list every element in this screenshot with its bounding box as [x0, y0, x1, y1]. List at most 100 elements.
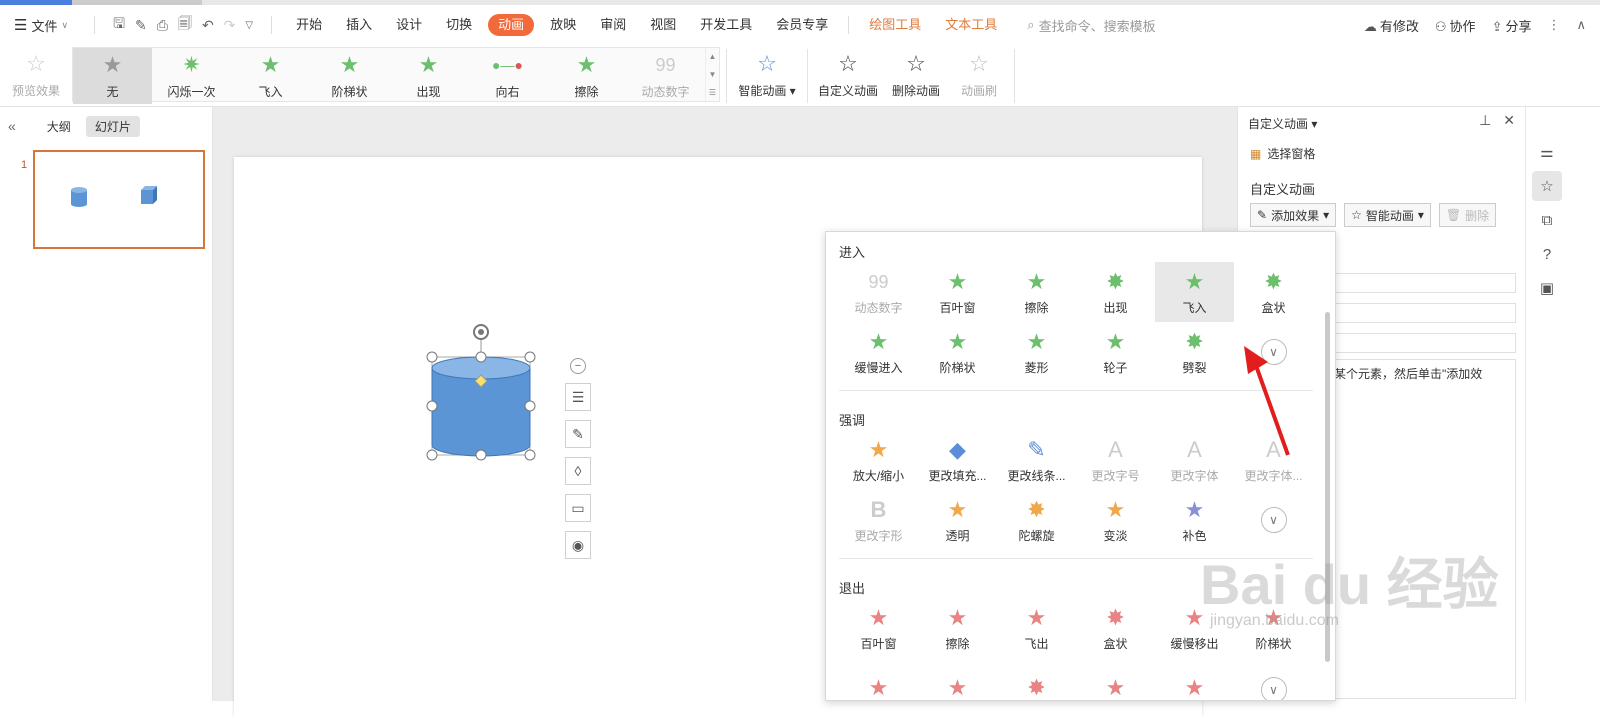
add-effect-button[interactable]: ✎ 添加效果 ▾	[1250, 203, 1337, 227]
custom-animation-button[interactable]: ☆ 自定义动画	[814, 45, 882, 106]
scroll-up-icon[interactable]: ▲	[709, 52, 717, 61]
share-button[interactable]: ⇪ 分享	[1492, 16, 1532, 35]
tab-developer[interactable]: 开发工具	[688, 14, 764, 36]
tab-animation[interactable]: 动画	[488, 14, 535, 36]
close-icon[interactable]: ✕	[1503, 112, 1515, 129]
pane-title[interactable]: 自定义动画 ▾	[1248, 115, 1317, 132]
tab-outline[interactable]: 大纲	[38, 116, 80, 137]
tab-view[interactable]: 视图	[638, 14, 688, 36]
effect-font[interactable]: A 更改字体	[1155, 430, 1234, 490]
exit-effect[interactable]: ✸	[997, 660, 1076, 700]
exit-effect[interactable]: ★	[918, 660, 997, 700]
selection-pane-link[interactable]: ▦ 选择窗格	[1250, 145, 1315, 162]
delete-pane-button[interactable]: 🗑 删除	[1438, 203, 1497, 227]
tab-slideshow[interactable]: 放映	[538, 14, 588, 36]
gallery-item-fly-in[interactable]: ★ 飞入	[231, 48, 310, 104]
exit-effect[interactable]: ★	[1076, 660, 1155, 700]
gallery-scroll[interactable]: ▲ ▼ ☰	[705, 48, 719, 101]
gallery-item-stairs[interactable]: ★ 阶梯状	[310, 48, 389, 104]
slide-thumbnail[interactable]	[33, 150, 205, 249]
start-select[interactable]	[1328, 273, 1516, 293]
pin-icon[interactable]: ⊥	[1479, 112, 1491, 129]
property-select[interactable]	[1328, 303, 1516, 323]
gallery-item-right[interactable]: ●—● 向右	[468, 48, 547, 104]
fill-bucket-icon[interactable]: ◊	[565, 457, 591, 485]
effect-transparency[interactable]: ★ 透明	[918, 490, 997, 550]
gallery-item-appear[interactable]: ★ 出现	[389, 48, 468, 104]
collapse-panel-icon[interactable]: «	[8, 118, 16, 134]
effect-change-line[interactable]: ✎ 更改线条...	[997, 430, 1076, 490]
tab-home[interactable]: 开始	[284, 14, 334, 36]
effect-split[interactable]: ✸ 劈裂	[1155, 322, 1234, 382]
exit-more[interactable]: ∨	[1234, 660, 1313, 700]
tab-drawing-tools[interactable]: 绘图工具	[857, 14, 933, 36]
gallery-expand-icon[interactable]: ☰	[709, 88, 716, 97]
exit-box[interactable]: ✸ 盒状	[1076, 598, 1155, 658]
exit-wipe[interactable]: ★ 擦除	[918, 598, 997, 658]
collapse-ribbon-icon[interactable]: ∧	[1576, 17, 1586, 33]
inbox-icon[interactable]: ▣	[1532, 273, 1562, 303]
smart-animation-pane-button[interactable]: ☆ 智能动画 ▾	[1344, 203, 1431, 227]
modified-button[interactable]: ☁ 有修改	[1364, 16, 1419, 35]
tab-transition[interactable]: 切换	[434, 14, 484, 36]
gallery-item-digits[interactable]: 99 动态数字	[626, 48, 705, 104]
customize-icon[interactable]: ▽	[245, 20, 253, 31]
print-icon[interactable]: ⎙	[157, 17, 168, 34]
transition-icon[interactable]: ⧉	[1532, 205, 1562, 235]
effect-font-size[interactable]: A 更改字号	[1076, 430, 1155, 490]
more-icon[interactable]: ⋮	[1547, 17, 1560, 33]
tab-member[interactable]: 会员专享	[764, 14, 840, 36]
effect-box[interactable]: ✸ 盒状	[1234, 262, 1313, 322]
exit-blinds[interactable]: ★ 百叶窗	[839, 598, 918, 658]
collapse-tools-icon[interactable]: −	[570, 358, 586, 374]
tab-design[interactable]: 设计	[384, 14, 434, 36]
effect-blinds[interactable]: ★ 百叶窗	[918, 262, 997, 322]
gallery-item-wipe[interactable]: ★ 擦除	[547, 48, 626, 104]
effect-fade[interactable]: ★ 变淡	[1076, 490, 1155, 550]
effect-change-fill[interactable]: ◆ 更改填充...	[918, 430, 997, 490]
animation-star-icon[interactable]: ☆	[1532, 171, 1562, 201]
help-icon[interactable]: ?	[1532, 239, 1562, 269]
gallery-item-none[interactable]: ★ 无	[73, 48, 152, 104]
undo-icon[interactable]: ↶	[202, 17, 214, 34]
print-preview-icon[interactable]: 🗐	[178, 13, 192, 37]
bulb-icon[interactable]: ◉	[565, 531, 591, 559]
save-icon[interactable]: 🖫	[113, 13, 125, 37]
effect-wheel[interactable]: ★ 轮子	[1076, 322, 1155, 382]
effect-grow-shrink[interactable]: ★ 放大/缩小	[839, 430, 918, 490]
exit-effect[interactable]: ★	[839, 660, 918, 700]
frame-icon[interactable]: ▭	[565, 494, 591, 522]
tab-text-tools[interactable]: 文本工具	[933, 14, 1009, 36]
preview-effect-button[interactable]: ☆ 预览效果	[0, 45, 72, 106]
speed-select[interactable]	[1328, 333, 1516, 353]
effect-appear[interactable]: ✸ 出现	[1076, 262, 1155, 322]
outline-pen-icon[interactable]: ✎	[565, 420, 591, 448]
tab-review[interactable]: 审阅	[588, 14, 638, 36]
effect-diamond[interactable]: ★ 菱形	[997, 322, 1076, 382]
exit-effect[interactable]: ★	[1155, 660, 1234, 700]
effect-ease-in[interactable]: ★ 缓慢进入	[839, 322, 918, 382]
effect-label: 缓慢进入	[854, 360, 903, 375]
effect-wipe[interactable]: ★ 擦除	[997, 262, 1076, 322]
tab-insert[interactable]: 插入	[334, 14, 384, 36]
animation-brush-button[interactable]: ☆ 动画刷	[950, 45, 1008, 106]
delete-animation-button[interactable]: ☆ 删除动画	[882, 45, 950, 106]
smart-animation-button[interactable]: ☆ 智能动画 ▾	[733, 45, 801, 106]
collaborate-button[interactable]: ⚇ 协作	[1435, 16, 1476, 35]
effect-spin[interactable]: ✸ 陀螺旋	[997, 490, 1076, 550]
tab-slides[interactable]: 幻灯片	[85, 115, 140, 137]
effect-dynamic-digits[interactable]: 99 动态数字	[839, 262, 918, 322]
scroll-down-icon[interactable]: ▼	[709, 70, 717, 79]
star-split-icon: ✸	[1185, 328, 1204, 354]
file-menu[interactable]: ☰ 文件 ∨	[14, 16, 68, 35]
command-search[interactable]: ⌕ 查找命令、搜索模板	[1027, 16, 1155, 35]
sliders-icon[interactable]: ⚌	[1532, 137, 1562, 167]
layers-icon[interactable]: ☰	[565, 383, 591, 411]
format-painter-icon[interactable]: ✎	[135, 17, 147, 34]
effect-font-style[interactable]: B 更改字形	[839, 490, 918, 550]
gallery-item-flash[interactable]: ✷ 闪烁一次	[152, 48, 231, 104]
redo-icon[interactable]: ↷	[224, 17, 236, 34]
effect-stairs[interactable]: ★ 阶梯状	[918, 322, 997, 382]
effect-fly-in[interactable]: ★ 飞入	[1155, 262, 1234, 322]
exit-fly-out[interactable]: ★ 飞出	[997, 598, 1076, 658]
